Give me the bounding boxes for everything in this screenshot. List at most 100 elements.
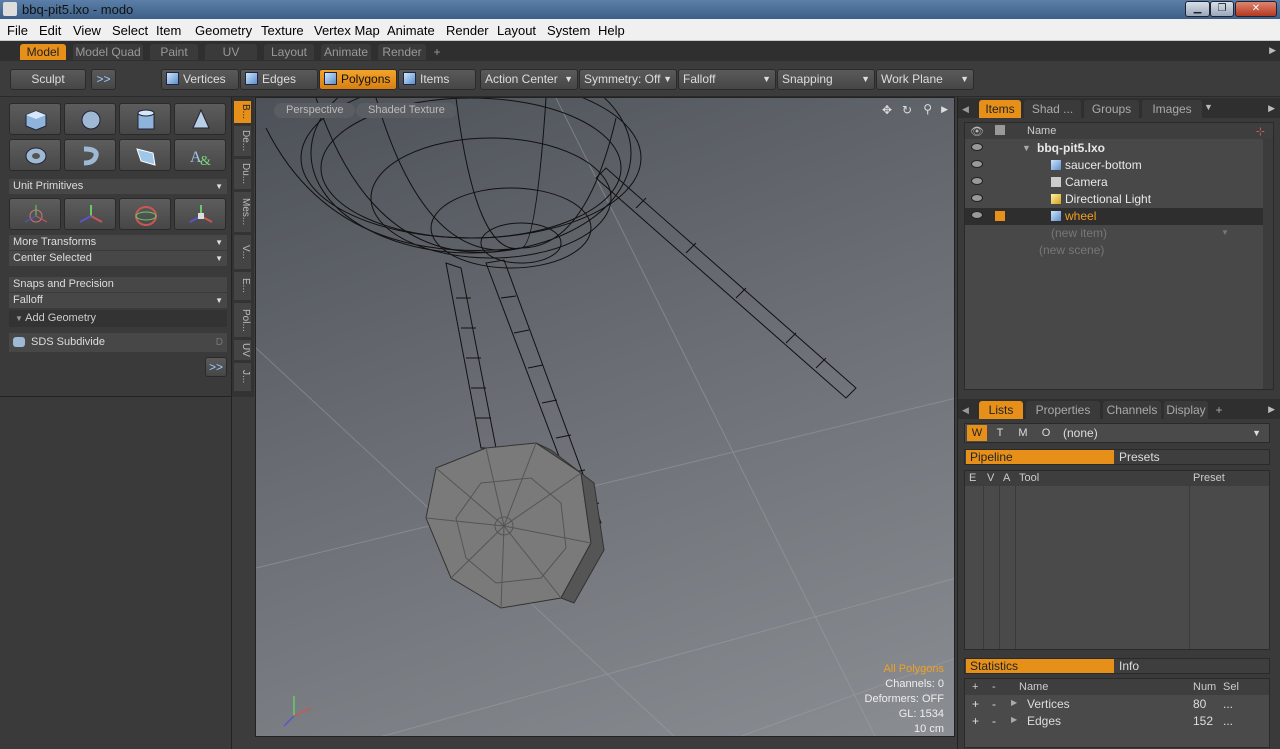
expand-arrow-icon[interactable]: ▶ xyxy=(1011,698,1017,707)
center-selected-dropdown[interactable]: Center Selected ▼ xyxy=(9,251,227,266)
snaps-precision-row[interactable]: Snaps and Precision xyxy=(9,277,227,292)
vtab-j[interactable]: J... xyxy=(234,363,251,391)
work-plane-dropdown[interactable]: Work Plane ▼ xyxy=(876,69,974,90)
unit-primitives-dropdown[interactable]: Unit Primitives ▼ xyxy=(9,179,227,194)
vtab-basic[interactable]: B... xyxy=(234,101,251,123)
text-tool-button[interactable]: A & xyxy=(174,139,226,171)
vtab-mesh[interactable]: Mes... xyxy=(234,192,251,232)
scale-tool-button[interactable] xyxy=(119,198,171,230)
remove-button[interactable]: - xyxy=(992,714,996,728)
vtab-polygon[interactable]: Pol... xyxy=(234,303,251,337)
tabs-dropdown-icon[interactable]: ▼ xyxy=(1204,102,1213,112)
action-center-dropdown[interactable]: Action Center ▼ xyxy=(480,69,578,90)
eye-icon[interactable] xyxy=(971,177,983,185)
minimize-button[interactable]: ▁ xyxy=(1185,1,1210,17)
table-row[interactable]: + - ▶ Edges 152 ... xyxy=(965,713,1269,730)
eye-icon[interactable] xyxy=(971,194,983,202)
rotate-view-icon[interactable]: ↻ xyxy=(902,103,912,117)
toolbar-more-button[interactable]: >> xyxy=(91,69,116,90)
tab-layout[interactable]: Layout xyxy=(264,44,314,60)
viewport-menu-icon[interactable]: ▶ xyxy=(941,104,948,115)
tab-paint[interactable]: Paint xyxy=(150,44,198,60)
expand-arrow-icon[interactable]: ▶ xyxy=(1011,715,1017,724)
m-button[interactable]: M xyxy=(1013,425,1033,441)
tab-info[interactable]: Info xyxy=(1115,659,1265,673)
rotate-tool-button[interactable] xyxy=(64,198,116,230)
tab-statistics[interactable]: Statistics xyxy=(966,659,1114,673)
tab-items[interactable]: Items xyxy=(979,100,1021,118)
panel-expand-icon[interactable]: ▶ xyxy=(1268,404,1275,415)
sculpt-button[interactable]: Sculpt xyxy=(10,69,86,90)
sds-subdivide-button[interactable]: SDS Subdivide D xyxy=(9,333,227,352)
torus-tool-button[interactable] xyxy=(9,139,61,171)
eye-icon[interactable] xyxy=(971,160,983,168)
eye-icon[interactable] xyxy=(971,143,983,151)
falloff-panel-dropdown[interactable]: Falloff ▼ xyxy=(9,293,227,308)
menu-animate[interactable]: Animate xyxy=(387,23,435,38)
pen-tool-button[interactable] xyxy=(119,139,171,171)
vtab-uv[interactable]: UV xyxy=(234,340,251,360)
menu-edit[interactable]: Edit xyxy=(39,23,61,38)
tab-model[interactable]: Model xyxy=(20,44,66,60)
tree-row-camera[interactable]: Camera xyxy=(965,174,1273,191)
table-row[interactable]: + - ▶ Vertices 80 ... xyxy=(965,696,1269,713)
menu-vertex-map[interactable]: Vertex Map xyxy=(314,23,380,38)
t-button[interactable]: T xyxy=(990,425,1010,441)
tab-animate[interactable]: Animate xyxy=(321,44,371,60)
menu-item[interactable]: Item xyxy=(156,23,181,38)
tab-images[interactable]: Images xyxy=(1142,100,1202,118)
tab-groups[interactable]: Groups xyxy=(1084,100,1139,118)
tool-pipe-list[interactable]: E V A Tool Preset xyxy=(964,470,1270,650)
polygons-button[interactable]: Polygons xyxy=(319,69,397,90)
items-mode-button[interactable]: Items xyxy=(398,69,476,90)
cube-tool-button[interactable] xyxy=(9,103,61,135)
3d-viewport[interactable]: Perspective Shaded Texture ✥ ↻ ⚲ ▶ All P… xyxy=(255,97,955,737)
w-button[interactable]: W xyxy=(967,425,987,441)
new-scene-row[interactable]: (new scene) xyxy=(965,242,1273,259)
tab-presets[interactable]: Presets xyxy=(1115,450,1265,464)
tab-lists[interactable]: Lists xyxy=(979,401,1023,419)
item-list[interactable]: 👁 Name ⊹ ▼ bbq-pit5.lxo saucer-bottom Ca… xyxy=(964,122,1274,390)
menu-select[interactable]: Select xyxy=(112,23,148,38)
tree-row-directional-light[interactable]: Directional Light xyxy=(965,191,1273,208)
expand-arrow-icon[interactable]: ▼ xyxy=(1022,143,1031,153)
menu-view[interactable]: View xyxy=(73,23,101,38)
cone-tool-button[interactable] xyxy=(174,103,226,135)
tab-render[interactable]: Render xyxy=(378,44,426,60)
tab-shader-tree[interactable]: Shad ... xyxy=(1024,100,1081,118)
panel-expand-icon[interactable]: ▶ xyxy=(1268,103,1275,114)
move-tool-button[interactable] xyxy=(9,198,61,230)
vtab-duplicate[interactable]: Du... xyxy=(234,159,251,189)
capsule-tool-button[interactable] xyxy=(64,139,116,171)
tab-display[interactable]: Display xyxy=(1164,401,1208,419)
sphere-tool-button[interactable] xyxy=(64,103,116,135)
tab-uv[interactable]: UV xyxy=(205,44,257,60)
remove-button[interactable]: - xyxy=(992,697,996,711)
tab-model-quad[interactable]: Model Quad xyxy=(73,44,143,60)
add-geometry-section[interactable]: ▼ Add Geometry xyxy=(9,310,227,327)
transform-tool-button[interactable] xyxy=(174,198,226,230)
tree-row-wheel[interactable]: wheel xyxy=(965,208,1273,225)
edges-button[interactable]: Edges xyxy=(240,69,318,90)
close-button[interactable]: ✕ xyxy=(1235,1,1277,17)
new-item-row[interactable]: (new item) ▼ xyxy=(965,225,1273,242)
add-button[interactable]: + xyxy=(972,697,979,711)
menu-geometry[interactable]: Geometry xyxy=(195,23,252,38)
menu-layout[interactable]: Layout xyxy=(497,23,536,38)
tools-more-button[interactable]: >> xyxy=(205,357,227,377)
menu-file[interactable]: File xyxy=(7,23,28,38)
snapping-dropdown[interactable]: Snapping ▼ xyxy=(777,69,875,90)
shading-mode-button[interactable]: Shaded Texture xyxy=(356,103,457,118)
menu-system[interactable]: System xyxy=(547,23,590,38)
tab-channels[interactable]: Channels xyxy=(1103,401,1161,419)
o-button[interactable]: O xyxy=(1036,425,1056,441)
cylinder-tool-button[interactable] xyxy=(119,103,171,135)
tree-row-scene[interactable]: ▼ bbq-pit5.lxo xyxy=(965,140,1273,157)
maximize-button[interactable]: ❐ xyxy=(1210,1,1234,17)
preset-dropdown[interactable]: (none) ▼ xyxy=(1059,425,1265,441)
panel-collapse-icon[interactable]: ◀ xyxy=(962,104,969,115)
eye-icon[interactable] xyxy=(971,211,983,219)
tab-pipeline[interactable]: Pipeline xyxy=(966,450,1114,464)
more-transforms-dropdown[interactable]: More Transforms ▼ xyxy=(9,235,227,250)
selected-lock-icon[interactable] xyxy=(995,211,1005,221)
